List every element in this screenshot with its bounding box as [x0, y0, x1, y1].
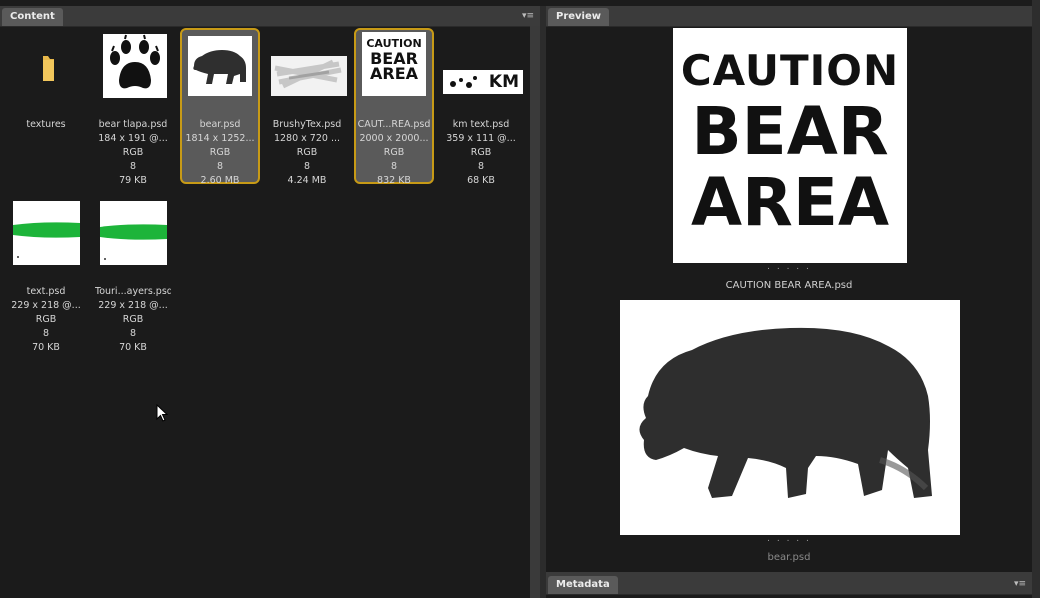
preview-panel: Preview CAUTION BEAR AREA . . . . . CAUT… — [546, 6, 1032, 572]
preview-caption-caution: CAUTION BEAR AREA.psd — [725, 280, 853, 291]
item-dimensions: 2000 x 2000... — [359, 133, 429, 144]
panel-menu-icon[interactable]: ▾≡ — [522, 11, 536, 21]
item-bit-depth: 8 — [42, 328, 50, 339]
item-bit-depth: 8 — [129, 328, 137, 339]
item-dimensions: 184 x 191 @... — [98, 133, 168, 144]
item-bit-depth: 8 — [303, 161, 311, 172]
content-item-touri-layers[interactable]: Touri...ayers.psd 229 x 218 @... RGB 8 7… — [93, 195, 173, 353]
tab-preview[interactable]: Preview — [548, 8, 610, 26]
item-bit-depth: 8 — [129, 161, 137, 172]
content-item-textures[interactable]: textures — [6, 28, 86, 184]
item-bit-depth: 8 — [390, 161, 398, 172]
item-color-mode: RGB — [470, 147, 492, 158]
caution-line-1: CAUTION — [680, 46, 900, 95]
content-item-bear[interactable]: bear.psd 1814 x 1252... RGB 8 2.60 MB — [180, 28, 260, 186]
item-name: bear tlapa.psd — [98, 119, 168, 130]
green-stroke-thumbnail — [13, 201, 80, 265]
item-file-size: 832 KB — [377, 175, 411, 186]
preview-dots: . . . . . — [767, 534, 811, 544]
item-file-size: 4.24 MB — [287, 175, 327, 186]
preview-tabbar: Preview — [546, 6, 1032, 27]
item-name: Touri...ayers.psd — [95, 286, 171, 297]
metadata-panel: Metadata ▾≡ — [546, 572, 1032, 598]
item-dimensions: 229 x 218 @... — [98, 300, 168, 311]
preview-bear-image[interactable] — [620, 300, 960, 535]
caution-line-2: BEAR — [691, 93, 889, 170]
item-bit-depth: 8 — [216, 161, 224, 172]
item-dimensions: 229 x 218 @... — [11, 300, 81, 311]
content-item-bear-tlapa[interactable]: bear tlapa.psd 184 x 191 @... RGB 8 79 K… — [93, 28, 173, 186]
item-color-mode: RGB — [296, 147, 318, 158]
item-color-mode: RGB — [35, 314, 57, 325]
item-dimensions: 1280 x 720 ... — [273, 133, 341, 144]
caution-sign-thumbnail: CAUTION BEAR AREA — [362, 32, 426, 96]
item-color-mode: RGB — [122, 147, 144, 158]
item-color-mode: RGB — [209, 147, 231, 158]
caution-thumb-line3: AREA — [369, 64, 418, 83]
green-stroke-thumbnail — [100, 201, 167, 265]
preview-dots: . . . . . — [767, 262, 811, 272]
item-file-size: 68 KB — [467, 175, 495, 186]
km-text-thumbnail: KM — [443, 70, 523, 94]
item-file-size: 70 KB — [32, 342, 60, 353]
brushy-texture-thumbnail — [269, 34, 349, 119]
item-color-mode: RGB — [383, 147, 405, 158]
item-name: textures — [26, 119, 66, 130]
content-item-km-text[interactable]: KM km text.psd 359 x 111 @... RGB 8 68 K… — [441, 28, 523, 186]
preview-caption-bear: bear.psd — [767, 552, 811, 563]
item-name: text.psd — [26, 286, 66, 297]
item-file-size: 70 KB — [119, 342, 147, 353]
caution-line-3: AREA — [690, 164, 890, 241]
bear-thumbnail — [188, 36, 252, 100]
mouse-cursor-icon — [156, 403, 169, 425]
item-dimensions: 359 x 111 @... — [446, 133, 516, 144]
bear-silhouette-icon — [639, 327, 932, 498]
tab-content[interactable]: Content — [2, 8, 63, 26]
content-scrollbar[interactable] — [530, 26, 540, 598]
item-color-mode: RGB — [122, 314, 144, 325]
item-bit-depth: 8 — [477, 161, 485, 172]
item-file-size: 2.60 MB — [200, 175, 240, 186]
content-item-brushytex[interactable]: BrushyTex.psd 1280 x 720 ... RGB 8 4.24 … — [267, 28, 349, 186]
tab-metadata[interactable]: Metadata — [548, 576, 618, 594]
content-tabbar: Content ▾≡ — [0, 6, 540, 27]
folder-icon — [16, 34, 80, 98]
item-name: km text.psd — [452, 119, 510, 130]
content-panel: Content ▾≡ textures bear tlapa.psd 184 x… — [0, 6, 540, 598]
item-dimensions: 1814 x 1252... — [185, 133, 255, 144]
metadata-tabbar: Metadata ▾≡ — [546, 572, 1032, 595]
paw-print-thumbnail — [103, 34, 167, 98]
content-item-caution-bear-area[interactable]: CAUTION BEAR AREA CAUT...REA.psd 2000 x … — [354, 28, 434, 186]
preview-caution-image[interactable]: CAUTION BEAR AREA — [673, 28, 907, 263]
item-name: CAUT...REA.psd — [357, 119, 431, 130]
panel-menu-icon[interactable]: ▾≡ — [1014, 579, 1028, 589]
content-item-text[interactable]: text.psd 229 x 218 @... RGB 8 70 KB — [6, 195, 86, 353]
item-file-size: 79 KB — [119, 175, 147, 186]
item-name: BrushyTex.psd — [272, 119, 342, 130]
window-edge — [1032, 0, 1040, 598]
km-thumb-text: KM — [488, 72, 519, 92]
item-name: bear.psd — [199, 119, 241, 130]
